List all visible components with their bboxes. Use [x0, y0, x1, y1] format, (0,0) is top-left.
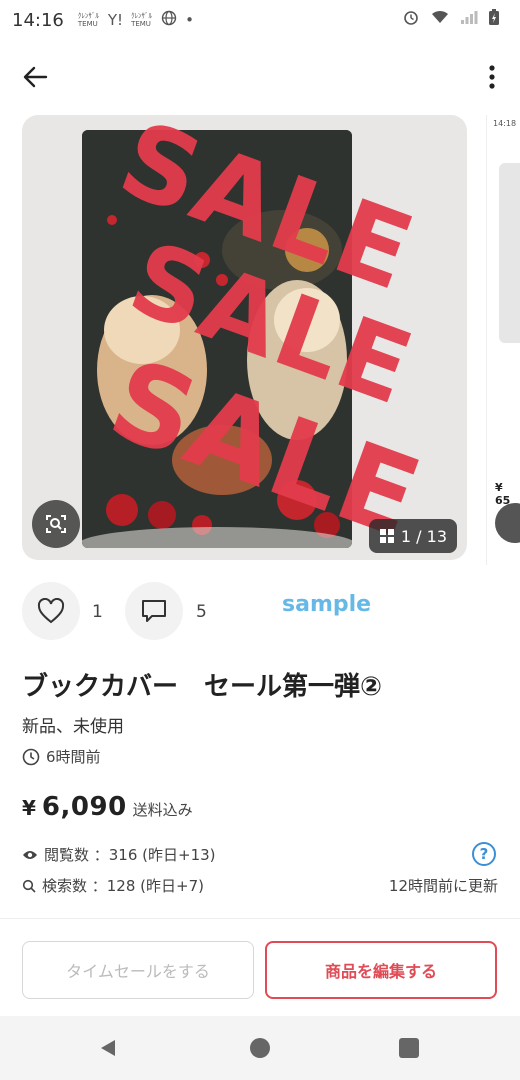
back-arrow-icon[interactable] [18, 60, 52, 94]
peek-zoom-button [495, 503, 520, 543]
edit-item-button[interactable]: 商品を編集する [265, 941, 497, 999]
yahoo-notification-icon: Y! [107, 11, 124, 29]
alarm-icon [402, 8, 420, 31]
sample-watermark: sample [282, 592, 372, 617]
comment-button[interactable] [125, 582, 183, 640]
globe-icon [161, 10, 177, 30]
image-counter: 1 / 13 [368, 519, 457, 553]
temu-notification-icon: ｸﾚﾝｻﾞﾙ TEMU [77, 12, 99, 28]
shipping-included: 送料込み [132, 801, 193, 819]
temu-notification-icon-2: ｸﾚﾝｻﾞﾙ TEMU [131, 12, 153, 28]
peek-image [499, 163, 520, 343]
price-row: ¥ 6,090 送料込み [22, 792, 193, 822]
item-title: ブックカバー セール第一弾② [22, 672, 383, 702]
search-count-row: 検索数 ：128 (昨日+7) [22, 875, 204, 896]
sale-overlay: SALE SALE SALE [22, 115, 467, 560]
signal-icon [460, 9, 478, 30]
wifi-icon [430, 9, 450, 30]
views-row: 閲覧数 ：316 (昨日+13) [22, 844, 216, 865]
status-time: 14:16 [12, 9, 64, 31]
product-image-gallery[interactable]: SALE SALE SALE 1 / 13 [22, 115, 467, 560]
views-text: 閲覧数 ：316 (昨日+13) [44, 846, 216, 864]
status-bar: 14:16 ｸﾚﾝｻﾞﾙ TEMU Y! ｸﾚﾝｻﾞﾙ TEMU • [0, 0, 520, 40]
clock-icon [22, 748, 40, 765]
heart-icon [37, 598, 65, 624]
notification-dot: • [185, 11, 194, 29]
posted-time-text: 6時間前 [46, 748, 101, 766]
image-search-icon [46, 515, 66, 533]
image-counter-text: 1 / 13 [400, 526, 447, 546]
system-nav-bar [0, 1016, 520, 1080]
eye-icon [23, 850, 37, 859]
bottom-action-bar: タイムセールをする 商品を編集する [0, 918, 520, 1016]
item-condition: 新品、未使用 [22, 717, 124, 737]
social-row: 1 5 sample [22, 582, 492, 642]
nav-home-icon[interactable] [250, 1038, 270, 1058]
battery-icon [488, 8, 500, 31]
grid-icon [379, 529, 394, 543]
item-price: 6,090 [41, 792, 127, 822]
peek-time: 14:18 [493, 119, 517, 128]
updated-time: 12時間前に更新 [388, 877, 498, 895]
top-bar [0, 56, 520, 100]
posted-time: 6時間前 [22, 746, 101, 767]
help-icon[interactable]: ? [472, 842, 496, 866]
like-button[interactable] [22, 582, 80, 640]
search-icon [22, 879, 36, 893]
image-search-button[interactable] [32, 500, 80, 548]
currency-symbol: ¥ [22, 796, 36, 820]
more-options-icon[interactable] [480, 60, 504, 94]
time-sale-button[interactable]: タイムセールをする [22, 941, 254, 999]
nav-recents-icon[interactable] [399, 1038, 419, 1058]
nav-back-icon[interactable] [98, 1038, 118, 1062]
next-screenshot-peek[interactable]: 14:18 ¥ 65 [486, 115, 520, 565]
comment-count: 5 [196, 602, 207, 622]
like-count: 1 [92, 602, 103, 622]
comment-icon [142, 600, 166, 622]
search-count-text: 検索数 ：128 (昨日+7) [42, 877, 204, 895]
